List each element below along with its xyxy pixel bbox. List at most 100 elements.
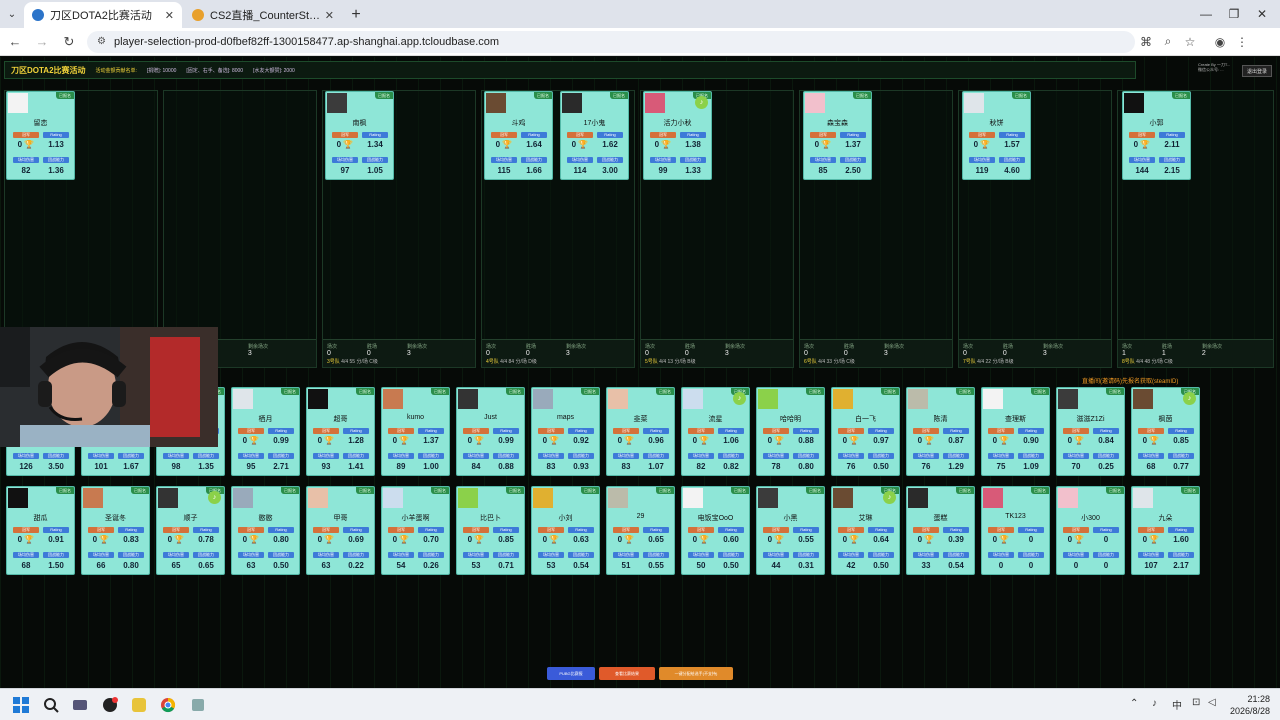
player-card[interactable]: 已报名 哈哈明 冠军 Rating 0 🏆 0.88 场均伤害 团战能力 78 0.80 — [756, 387, 825, 476]
player-card[interactable]: 已报名 南枫 冠军 Rating 0 🏆 1.34 场均伤害 团战能力 97 1.05 — [325, 91, 394, 180]
tray-chevron-icon[interactable]: ⌃ — [1130, 698, 1138, 709]
tab-cs2-live[interactable]: CS2直播_CounterStrike直播 ✕ — [184, 2, 342, 28]
speaker-icon[interactable]: ♪ — [1183, 392, 1196, 405]
player-card[interactable]: 已报名 TK123 冠军 Rating 0 🏆 0 场均伤害 团战能力 0 0 — [981, 486, 1050, 575]
view-results-button[interactable]: 查看比赛结果 — [599, 667, 655, 680]
new-tab-button[interactable]: + — [344, 2, 368, 28]
avatar — [458, 488, 478, 508]
zoom-icon[interactable]: ⌕ — [1157, 31, 1179, 53]
url-field[interactable]: ⚙ player-selection-prod-d0fbef82ff-13001… — [87, 30, 1135, 53]
menu-dots-icon[interactable]: ⋮ — [1231, 31, 1253, 53]
player-card[interactable]: 已报名♪艾琳冠军Rating0 🏆0.64场均伤害团战能力420.50 — [831, 486, 900, 575]
avatar — [983, 389, 1003, 409]
player-card[interactable]: 已报名♪顺子冠军Rating0 🏆0.78场均伤害团战能力650.65 — [156, 486, 225, 575]
rating-value: 1.06 — [723, 436, 739, 445]
player-card[interactable]: 已报名 滋滋Z1Zi 冠军 Rating 0 🏆 0.84 场均伤害 团战能力 70 0.25 — [1056, 387, 1125, 476]
rating-label: Rating — [343, 428, 369, 434]
player-card[interactable]: 已报名 九朵 冠军 Rating 0 🏆 1.60 场均伤害 团战能力 107 2.17 — [1131, 486, 1200, 575]
avg-damage-label: 场均伤害 — [463, 453, 489, 459]
teamfight-label: 团战能力 — [418, 552, 444, 558]
player-card[interactable]: 已报名♪枫茵冠军Rating0 🏆0.85场均伤害团战能力680.77 — [1131, 387, 1200, 476]
player-card[interactable]: 已报名 憨憨 冠军 Rating 0 🏆 0.80 场均伤害 团战能力 63 0.50 — [231, 486, 300, 575]
player-card[interactable]: 已报名 小300 冠军 Rating 0 🏆 0 场均伤害 团战能力 0 0 — [1056, 486, 1125, 575]
player-card[interactable]: 已报名 陈清 冠军 Rating 0 🏆 0.87 场均伤害 团战能力 76 1.29 — [906, 387, 975, 476]
back-arrow-icon[interactable]: ← — [3, 30, 27, 54]
close-tab-icon[interactable]: ✕ — [165, 9, 174, 22]
player-card[interactable]: 已报名 超哥 冠军 Rating 0 🏆 1.28 场均伤害 团战能力 93 1.41 — [306, 387, 375, 476]
player-card[interactable]: 已报名 小刘 冠军 Rating 0 🏆 0.63 场均伤害 团战能力 53 0.54 — [531, 486, 600, 575]
speaker-icon[interactable]: ♪ — [883, 491, 896, 504]
player-card[interactable]: 已报名 kumo 冠军 Rating 0 🏆 1.37 场均伤害 团战能力 89 1.00 — [381, 387, 450, 476]
player-name: TK123 — [1005, 513, 1026, 520]
speaker-icon[interactable]: ♪ — [733, 392, 746, 405]
player-card[interactable]: 已报名 森宝森 冠军 Rating 0 🏆 1.37 场均伤害 团战能力 85 2.50 — [803, 91, 872, 180]
windows-taskbar: ⌃ ♪ 中 ⊡ ◁ 21:28 2026/8/28 — [0, 688, 1280, 720]
player-card[interactable]: 已报名 Just 冠军 Rating 0 🏆 0.99 场均伤害 团战能力 84 0.88 — [456, 387, 525, 476]
champion-label: 冠军 — [567, 132, 593, 138]
speaker-icon[interactable]: ♪ — [208, 491, 221, 504]
avg-damage-label: 场均伤害 — [988, 453, 1014, 459]
teamfight-value: 3.50 — [48, 462, 64, 471]
avg-damage-value: 53 — [471, 561, 481, 570]
speaker-icon[interactable]: ♪ — [695, 96, 708, 109]
player-card[interactable]: 已报名 17小鬼 冠军 Rating 0 🏆 1.62 场均伤害 团战能力 114 3.00 — [560, 91, 629, 180]
bookmark-star-icon[interactable]: ☆ — [1179, 31, 1201, 53]
search-icon[interactable] — [43, 697, 59, 713]
app-icon-3[interactable] — [190, 697, 206, 713]
player-card[interactable]: 已报名 查理斯 冠军 Rating 0 🏆 0.90 场均伤害 团战能力 75 1.09 — [981, 387, 1050, 476]
player-card[interactable]: 已报名♪流星冠军Rating0 🏆1.06场均伤害团战能力820.82 — [681, 387, 750, 476]
player-card[interactable]: 已报名 小羊蛋啊 冠军 Rating 0 🏆 0.70 场均伤害 团战能力 54 0.26 — [381, 486, 450, 575]
player-card[interactable]: 已报名♪活力小秋冠军Rating0 🏆1.38场均伤害团战能力991.33 — [643, 91, 712, 180]
ime-icon[interactable]: 中 — [1172, 697, 1182, 712]
tab-search-icon[interactable]: ⌄ — [0, 0, 24, 28]
player-card[interactable]: 已报名 斗鸡 冠军 Rating 0 🏆 1.64 场均伤害 团战能力 115 1.66 — [484, 91, 553, 180]
rating-label: Rating — [1159, 132, 1185, 138]
avg-damage-value: 53 — [546, 561, 556, 570]
player-card[interactable]: 已报名 秋饼 冠军 Rating 0 🏆 1.57 场均伤害 团战能力 119 4.60 — [962, 91, 1031, 180]
player-card[interactable]: 已报名 小黑 冠军 Rating 0 🏆 0.55 场均伤害 团战能力 44 0.31 — [756, 486, 825, 575]
avg-damage-value: 98 — [171, 462, 181, 471]
creator-line: 微信公众号: ... — [1198, 67, 1224, 72]
champion-label: 冠军 — [988, 428, 1014, 434]
player-card[interactable]: 已报名 圣诞冬 冠军 Rating 0 🏆 0.83 场均伤害 团战能力 66 0.80 — [81, 486, 150, 575]
player-card[interactable]: 已报名 小郭 冠军 Rating 0 🏆 2.11 场均伤害 团战能力 144 2.15 — [1122, 91, 1191, 180]
player-card[interactable]: 已报名 甜瓜 冠军 Rating 0 🏆 0.91 场均伤害 团战能力 68 1.50 — [6, 486, 75, 575]
player-card[interactable]: 已报名 比巴卜 冠军 Rating 0 🏆 0.85 场均伤害 团战能力 53 0.71 — [456, 486, 525, 575]
pubg-signup-button[interactable]: PUBG比赛报 — [547, 667, 595, 680]
reload-icon[interactable]: ↻ — [57, 30, 81, 54]
player-card[interactable]: 已报名 电饭宝OoO 冠军 Rating 0 🏆 0.60 场均伤害 团战能力 50 0.50 — [681, 486, 750, 575]
mic-icon[interactable]: ♪ — [1152, 698, 1157, 709]
app-icon-2[interactable] — [131, 697, 147, 713]
player-card[interactable]: 已报名 栖月 冠军 Rating 0 🏆 0.99 场均伤害 团战能力 95 2.71 — [231, 387, 300, 476]
avatar — [983, 488, 1003, 508]
volume-icon[interactable]: ◁ — [1208, 697, 1216, 708]
player-card[interactable]: 已报名 甲哥 冠军 Rating 0 🏆 0.69 场均伤害 团战能力 63 0.22 — [306, 486, 375, 575]
champion-count: 0 🏆 — [467, 535, 485, 544]
steam-icon[interactable] — [102, 697, 118, 713]
player-card[interactable]: 已报名 韭菜 冠军 Rating 0 🏆 0.96 场均伤害 团战能力 83 1.07 — [606, 387, 675, 476]
close-tab-icon[interactable]: ✕ — [325, 9, 334, 22]
player-card[interactable]: 已报名 maps 冠军 Rating 0 🏆 0.92 场均伤害 团战能力 83 0.93 — [531, 387, 600, 476]
logout-button[interactable]: 退出登录 — [1242, 65, 1272, 77]
player-card[interactable]: 已报名 蛋糕 冠军 Rating 0 🏆 0.39 场均伤害 团战能力 33 0.54 — [906, 486, 975, 575]
player-card[interactable]: 已报名 29 冠军 Rating 0 🏆 0.65 场均伤害 团战能力 51 0.55 — [606, 486, 675, 575]
network-icon[interactable]: ⊡ — [1192, 697, 1200, 708]
rating-label: Rating — [343, 527, 369, 533]
close-window-button[interactable]: ✕ — [1244, 0, 1280, 28]
taskbar-clock[interactable]: 21:28 2026/8/28 — [1230, 693, 1270, 717]
profile-icon[interactable]: ◉ — [1209, 31, 1231, 53]
translate-icon[interactable]: ⌘ — [1135, 31, 1157, 53]
teamfight-value: 0.82 — [723, 462, 739, 471]
windows-start-icon[interactable] — [13, 697, 29, 713]
player-card[interactable]: 已报名 白一飞 冠军 Rating 0 🏆 0.97 场均伤害 团战能力 76 0.50 — [831, 387, 900, 476]
app-icon-1[interactable] — [72, 697, 88, 713]
site-info-icon[interactable]: ⚙ — [97, 36, 106, 47]
champion-count: 0 🏆 — [17, 535, 35, 544]
chrome-icon[interactable] — [160, 697, 176, 713]
player-card[interactable]: 已报名 留恋 冠军 Rating 0 🏆 1.13 场均伤害 团战能力 82 1.36 — [6, 91, 75, 180]
champion-label: 冠军 — [463, 428, 489, 434]
rating-label: Rating — [418, 428, 444, 434]
auto-assign-button[interactable]: 一键分配给选手(不支持) — [659, 667, 733, 680]
tab-dota-event[interactable]: 刀区DOTA2比赛活动 ✕ — [24, 2, 182, 28]
forward-arrow-icon[interactable]: → — [30, 30, 54, 54]
